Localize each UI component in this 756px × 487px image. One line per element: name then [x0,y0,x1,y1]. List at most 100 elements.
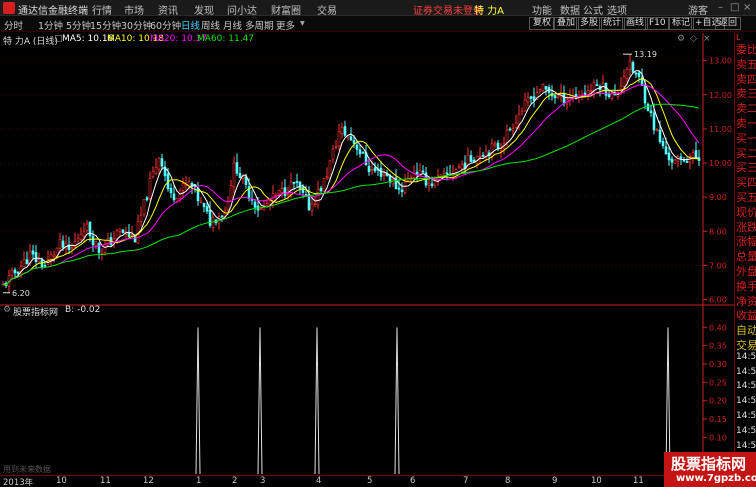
month-label: 11 [100,476,111,486]
period-intraday[interactable]: 分时 [4,18,23,32]
chart-title: 特 力A (日线) [3,37,58,47]
sideboard-row: 14:56 [736,440,756,451]
candle [112,230,116,249]
candle [214,219,218,226]
candle [208,201,212,228]
indicator-tick-label: 0.35 [709,342,727,351]
candle [493,140,497,148]
login-notice[interactable]: 证券交易未登录 [413,2,483,17]
candle [550,85,554,101]
menu-functions[interactable]: 功能 [532,2,552,17]
period-weekly[interactable]: 周线 [201,18,220,32]
legend-ma5: MA5: 10.16 [62,34,114,44]
restore-icon[interactable]: ◇ [690,34,697,44]
candle [520,107,524,116]
month-label: 10 [56,476,67,486]
close-pane-icon[interactable]: × [703,34,711,44]
minimize-icon[interactable]: – [718,2,723,13]
indicator-tick-label: 0.20 [709,397,727,406]
title-bar: 通达信金融终端 行情 市场 资讯 发现 问小达 财富圈 交易 证券交易未登录 特… [0,0,756,17]
month-label: 2013年 [3,478,34,487]
period-daily[interactable]: 日线 [181,18,200,32]
candle [298,181,302,194]
candle [148,171,152,201]
menu-quotes[interactable]: 行情 [92,2,112,17]
ma5-line [2,70,700,286]
sideboard-row: 收益 [736,309,756,323]
app-logo-icon [3,2,15,14]
settings-icon[interactable]: ⚙ [677,34,685,44]
candle [649,104,653,118]
price-tick-label: 8.00 [709,227,727,236]
candle [382,168,386,182]
period-1min[interactable]: 1分钟 [38,18,63,32]
chevron-down-icon[interactable]: ▾ [300,18,305,29]
candle [541,83,545,92]
candle [673,158,677,165]
candle [142,199,146,218]
menu-wealth[interactable]: 财富圈 [271,2,301,17]
sideboard-row: 净资 [736,294,756,308]
order-book-panel: L 委比 卖五 卖四 卖三 卖二 卖一 买一 买二 买三 买四 买五 现价 涨跌 涨幅 总量 外盘 换手 净资 收益自… [734,33,756,475]
candle [31,244,35,260]
candle [199,197,203,204]
indicator-tick-label: 0.15 [709,415,727,424]
candle [556,94,560,100]
adjust-button[interactable]: 复权 [529,17,556,30]
period-60min[interactable]: 60分钟 [150,18,181,32]
menu-formula[interactable]: 公式 [583,2,603,17]
candle [70,243,74,255]
candle [337,123,341,151]
candle [160,153,164,170]
candle [547,84,551,101]
sideboard-row: 14:56 [736,351,756,362]
menu-discover[interactable]: 发现 [194,2,214,17]
future-data-note: 用到未来数据 [3,465,51,474]
candle [22,251,26,267]
candle [334,140,338,150]
candle [586,84,590,101]
period-15min[interactable]: 15分钟 [90,18,121,32]
candle [637,70,641,83]
candle [196,182,200,206]
menu-trade[interactable]: 交易 [317,2,337,17]
price-tick-label: 11.00 [709,125,732,134]
guest-user[interactable]: 游客 [688,2,708,17]
month-axis: 2013年 10 11 12 1 2 3 4 5 6 7 8 9 10 11 [0,475,734,487]
indicator-name: 股票指标网 [13,308,59,318]
close-icon[interactable]: × [743,2,751,13]
period-30min[interactable]: 30分钟 [121,18,152,32]
candle [313,195,317,208]
candle [283,178,287,200]
watermark: 股票指标网 www.7gpzb.com [664,452,756,487]
period-multi[interactable]: 多周期 [245,18,274,32]
candle [157,157,161,174]
sideboard-row: 买五 [736,191,756,204]
menu-options[interactable]: 选项 [607,2,627,17]
candle [286,186,290,202]
indicator-value: B: -0.02 [65,305,101,315]
period-more[interactable]: 更多 [276,18,295,32]
candle [97,242,101,260]
menu-news[interactable]: 资讯 [158,2,178,17]
candle [109,232,113,246]
menu-market[interactable]: 市场 [124,2,144,17]
month-label: 10 [591,476,602,486]
kline-chart[interactable]: 13.00 12.00 11.00 10.00 9.00 8.00 7.00 6.00 13.… [0,33,734,475]
sideboard-row: 买四 [736,176,756,190]
f10-button[interactable]: F10 [645,17,670,30]
candle [235,153,239,177]
menu-ask[interactable]: 问小达 [227,2,257,17]
candle [634,71,638,78]
indicator-spike [394,327,400,475]
indicator-tick-label: 0.25 [709,378,727,387]
indicator-gear-icon[interactable]: ⚙ [3,305,11,315]
back-button[interactable]: 返回 [715,17,742,30]
candle [88,221,92,242]
period-monthly[interactable]: 月线 [223,18,242,32]
maximize-icon[interactable]: □ [730,2,739,13]
period-5min[interactable]: 5分钟 [66,18,91,32]
menu-data[interactable]: 数据 [560,2,580,17]
candle [661,137,665,149]
candle [475,155,479,169]
